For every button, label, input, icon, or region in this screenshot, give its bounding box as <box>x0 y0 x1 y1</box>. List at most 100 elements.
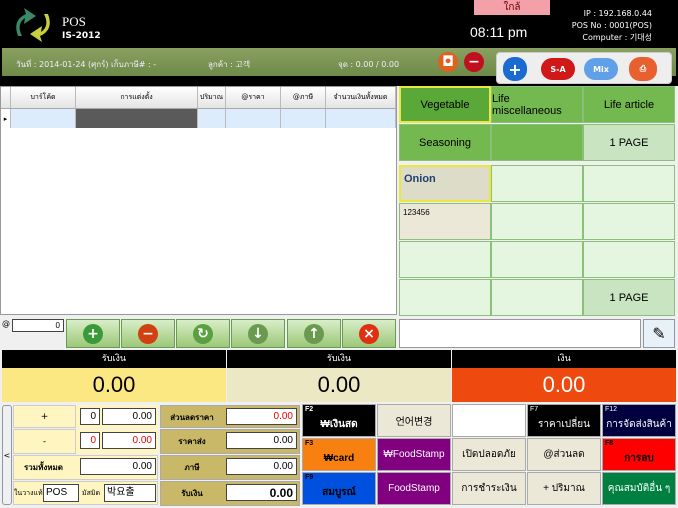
function-key-label: คุณสมบัติอื่น ๆ <box>607 483 671 494</box>
edit-icon[interactable]: ✎ <box>643 319 675 348</box>
plus-icon: + <box>83 323 103 344</box>
function-key-button[interactable]: 언어변경 <box>377 404 451 437</box>
minus-icon: − <box>138 323 158 344</box>
category-button[interactable]: Life article <box>583 86 675 123</box>
app-version: IS-2012 <box>62 31 101 41</box>
function-key-button[interactable] <box>452 404 526 437</box>
remove-customer-icon[interactable]: − <box>464 52 484 72</box>
function-key-label: @ส่วนลด <box>543 449 585 460</box>
category-button[interactable] <box>491 124 583 161</box>
product-button[interactable] <box>399 241 491 278</box>
function-key-button[interactable]: F12 การจัดส่งสินค้า <box>602 404 676 437</box>
summary-label: ภาษี <box>184 463 200 472</box>
function-key-label: ₩FoodStamp <box>383 449 445 460</box>
summary-value: 0.00 <box>226 484 297 501</box>
category-button[interactable]: Life miscellaneous <box>491 86 583 123</box>
function-key-code: F3 <box>305 440 314 447</box>
function-key-button[interactable]: + ปริมาณ <box>527 472 601 505</box>
customer-info: ลูกค้า : 고객 <box>208 60 251 69</box>
summary-value: 0.00 <box>226 458 297 475</box>
move-down-button[interactable]: ↓ <box>231 319 285 348</box>
plus-amount[interactable]: 0.00 <box>102 408 156 425</box>
system-info: IP : 192.168.0.44 POS No : 0001(POS) Com… <box>572 8 652 44</box>
close-button[interactable]: ใกล้ <box>474 0 550 15</box>
product-button[interactable] <box>583 165 675 202</box>
function-key-button[interactable]: การชำระเงิน <box>452 472 526 505</box>
move-up-button[interactable]: ↑ <box>287 319 341 348</box>
minus-amount[interactable]: 0.00 <box>102 432 156 449</box>
function-key-button[interactable]: คุณสมบัติอื่น ๆ <box>602 472 676 505</box>
points-info: จุด : 0.00 / 0.00 <box>338 60 400 69</box>
collapse-handle[interactable]: < <box>2 405 12 505</box>
function-key-code: F8 <box>605 440 614 447</box>
category-grid: Vegetable Life miscellaneous Life article S… <box>398 86 678 316</box>
sa-button[interactable]: S-A <box>541 58 575 80</box>
product-button[interactable]: Onion <box>399 165 491 202</box>
function-key-label: ₩card <box>323 453 355 464</box>
arrow-up-icon: ↑ <box>304 323 324 344</box>
add-item-button[interactable]: + <box>66 319 120 348</box>
product-button[interactable] <box>491 165 583 202</box>
staff-label: มัสมิด <box>82 489 101 497</box>
total-panel: รับเงิน 0.00 <box>227 350 451 402</box>
col-qty: ปริมาณ <box>198 87 226 108</box>
function-key-label: สมบูรณ์ <box>322 487 356 498</box>
header: POS IS-2012 ใกล้ 08:11 pm IP : 192.168.0… <box>0 0 678 46</box>
summary-value: 0.00 <box>226 432 297 449</box>
minus-qty[interactable]: 0 <box>80 432 100 449</box>
function-key-button[interactable]: F3 ₩card <box>302 438 376 471</box>
pos-input[interactable]: POS <box>43 484 79 502</box>
product-button[interactable] <box>491 241 583 278</box>
function-key-button[interactable]: FoodStamp <box>377 472 451 505</box>
category-button[interactable]: 1 PAGE <box>583 124 675 161</box>
cancel-button[interactable]: × <box>342 319 396 348</box>
mix-button[interactable]: Mix <box>584 58 618 80</box>
remove-item-button[interactable]: − <box>121 319 175 348</box>
function-key-button[interactable]: @ส่วนลด <box>527 438 601 471</box>
product-button[interactable] <box>491 279 583 316</box>
function-key-button[interactable]: ₩FoodStamp <box>377 438 451 471</box>
function-key-button[interactable]: F9 สมบูรณ์ <box>302 472 376 505</box>
product-button[interactable]: 1 PAGE <box>583 279 675 316</box>
product-button[interactable]: 123456 <box>399 203 491 240</box>
product-button[interactable] <box>583 203 675 240</box>
total-value: 0.00 <box>452 368 676 402</box>
product-button[interactable] <box>491 203 583 240</box>
function-key-code: F9 <box>305 474 314 481</box>
total-label: รับเงิน <box>227 350 451 368</box>
summary-label: รับเงิน <box>181 489 203 498</box>
total-panel: เงิน 0.00 <box>452 350 676 402</box>
memo-input[interactable] <box>399 319 641 348</box>
table-row[interactable]: ▸ <box>1 109 396 128</box>
logo-icon <box>16 8 50 42</box>
staff-input[interactable]: 박요출 <box>104 484 156 502</box>
function-key-label: FoodStamp <box>388 483 440 494</box>
summary-value: 0.00 <box>226 408 297 425</box>
function-key-label: เปิดปลอดภัย <box>462 449 516 460</box>
function-key-button[interactable]: F8 การลบ <box>602 438 676 471</box>
function-key-button[interactable]: F2 ₩เงินสด <box>302 404 376 437</box>
refresh-button[interactable]: ↻ <box>176 319 230 348</box>
app-name: POS <box>62 14 86 29</box>
qty-input[interactable]: 0 <box>12 319 64 332</box>
category-button[interactable]: Vegetable <box>399 86 491 123</box>
function-key-label: ₩เงินสด <box>320 419 358 430</box>
function-key-label: การชำระเงิน <box>461 483 517 494</box>
clock: 08:11 pm <box>470 24 528 40</box>
product-button[interactable] <box>583 241 675 278</box>
function-key-label: + ปริมาณ <box>543 483 585 494</box>
col-barcode: บาร์โค้ด <box>11 87 76 108</box>
function-key-button[interactable]: F7 ราคาเปลี่ยน <box>527 404 601 437</box>
plus-label: + <box>13 405 76 428</box>
plus-qty[interactable]: 0 <box>80 408 100 425</box>
customer-icon[interactable]: ◘ <box>438 52 458 72</box>
date-info: วันที่ : 2014-01-24 (ศุกร์) เก็บภาษี# : … <box>16 60 157 69</box>
function-key-button[interactable]: เปิดปลอดภัย <box>452 438 526 471</box>
product-button[interactable] <box>399 279 491 316</box>
add-icon[interactable]: + <box>503 57 527 81</box>
function-key-code: F7 <box>530 406 539 413</box>
category-button[interactable]: Seasoning <box>399 124 491 161</box>
col-tax: @ภาษี <box>281 87 326 108</box>
function-key-label: การลบ <box>624 453 654 464</box>
print-icon[interactable]: ⎙ <box>629 57 657 81</box>
